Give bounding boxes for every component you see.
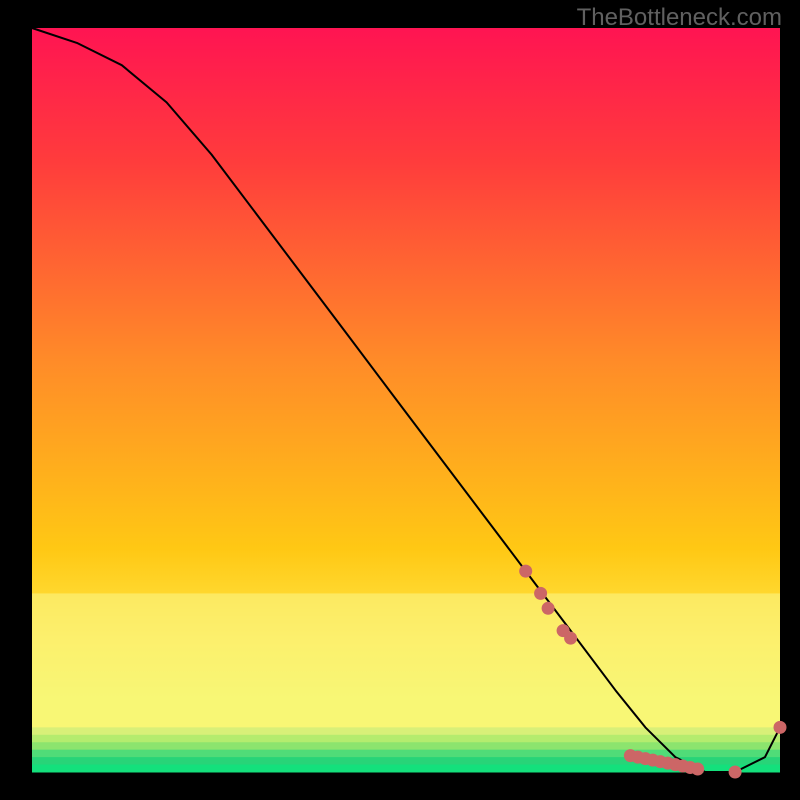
data-marker: [542, 602, 555, 615]
data-marker: [774, 721, 787, 734]
chart-container: TheBottleneck.com: [0, 0, 800, 800]
data-marker: [519, 565, 532, 578]
data-marker: [564, 632, 577, 645]
data-marker: [729, 766, 742, 779]
watermark-text: TheBottleneck.com: [577, 4, 782, 32]
green-stripe: [32, 735, 780, 743]
data-marker: [691, 763, 704, 776]
data-marker: [534, 587, 547, 600]
green-stripe: [32, 727, 780, 735]
bottleneck-chart: [0, 0, 800, 800]
